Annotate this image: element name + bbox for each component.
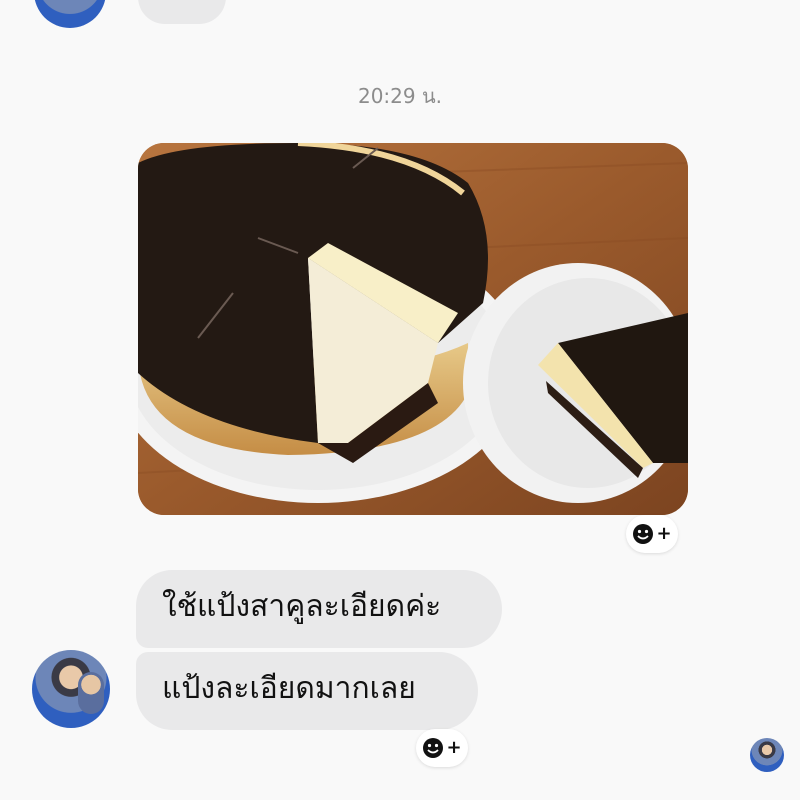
seen-receipt-avatar: [750, 738, 784, 772]
message-bubble[interactable]: ใช้แป้งสาคูละเอียดค่ะ: [136, 570, 502, 648]
add-reaction-button[interactable]: +: [626, 515, 678, 553]
message-timestamp: 20:29 น.: [357, 84, 443, 108]
cake-photo-image: [138, 143, 688, 515]
message-text: ใช้แป้งสาคูละเอียดค่ะ: [162, 589, 442, 624]
plus-icon: +: [446, 737, 462, 758]
avatar-second-person: [78, 672, 104, 714]
smile-icon: [423, 738, 444, 758]
contact-avatar[interactable]: [34, 0, 106, 28]
plus-icon: +: [656, 523, 672, 544]
cake-photo-message[interactable]: [138, 143, 688, 515]
previous-message-bubble[interactable]: [138, 0, 226, 24]
add-reaction-button[interactable]: +: [416, 729, 468, 767]
message-bubble[interactable]: แป้งละเอียดมากเลย: [136, 652, 478, 730]
contact-avatar[interactable]: [32, 650, 110, 728]
message-text: แป้งละเอียดมากเลย: [162, 671, 416, 706]
smile-icon: [633, 524, 654, 544]
